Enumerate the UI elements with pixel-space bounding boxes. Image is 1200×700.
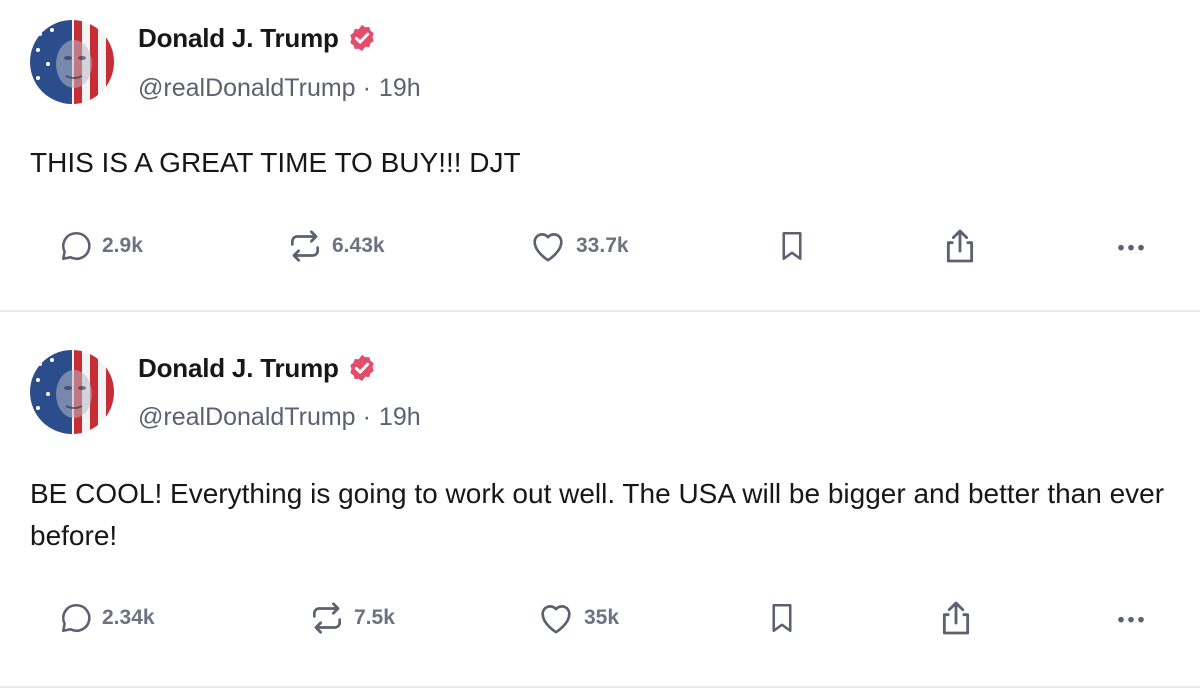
more-options-button[interactable]: [1110, 598, 1152, 638]
display-name[interactable]: Donald J. Trump: [138, 353, 339, 384]
display-name[interactable]: Donald J. Trump: [138, 23, 339, 54]
separator: ·: [362, 73, 371, 102]
author-row: Donald J. Trump: [138, 20, 377, 56]
bookmark-icon: [764, 598, 800, 638]
share-icon: [936, 597, 976, 639]
handle[interactable]: @realDonaldTrump: [138, 74, 356, 103]
post-text: THIS IS A GREAT TIME TO BUY!!! DJT: [30, 147, 521, 178]
post-card[interactable]: Donald J. Trump @realDonaldTrump · 19h T…: [0, 0, 1200, 312]
like-count: 35k: [584, 606, 620, 629]
reply-button[interactable]: 2.9k: [58, 226, 143, 266]
verified-badge-icon: [347, 353, 377, 383]
flag-portrait-avatar-image: [30, 350, 114, 434]
bookmark-icon: [774, 226, 810, 266]
like-count: 33.7k: [576, 234, 629, 257]
post-time[interactable]: 19h: [379, 403, 421, 432]
like-button[interactable]: 35k: [536, 598, 619, 638]
heart-icon: [536, 598, 576, 638]
post-time[interactable]: 19h: [379, 74, 421, 103]
reply-count: 2.34k: [102, 606, 155, 629]
share-icon: [940, 225, 980, 267]
like-button[interactable]: 33.7k: [528, 226, 629, 266]
handle-row: @realDonaldTrump · 19h: [138, 71, 421, 105]
speech-bubble-icon: [58, 600, 94, 636]
more-dots-icon: [1110, 226, 1152, 266]
repost-count: 7.5k: [354, 606, 395, 629]
post-actions: 2.9k 6.43k 33.7k: [0, 226, 1200, 266]
speech-bubble-icon: [58, 228, 94, 264]
reply-count: 2.9k: [102, 234, 143, 257]
share-button[interactable]: [936, 598, 976, 638]
separator: ·: [362, 402, 371, 431]
more-dots-icon: [1110, 598, 1152, 638]
verified-badge-icon: [347, 23, 377, 53]
avatar[interactable]: [30, 350, 114, 434]
more-options-button[interactable]: [1110, 226, 1152, 266]
post-actions: 2.34k 7.5k 35k: [0, 598, 1200, 638]
repost-button[interactable]: 7.5k: [308, 598, 395, 638]
author-row: Donald J. Trump: [138, 350, 377, 386]
post-feed: Donald J. Trump @realDonaldTrump · 19h T…: [0, 0, 1200, 700]
handle[interactable]: @realDonaldTrump: [138, 403, 356, 432]
reply-button[interactable]: 2.34k: [58, 598, 155, 638]
heart-icon: [528, 226, 568, 266]
flag-portrait-avatar-image: [30, 20, 114, 104]
repost-arrows-icon: [286, 227, 324, 265]
repost-button[interactable]: 6.43k: [286, 226, 385, 266]
avatar[interactable]: [30, 20, 114, 104]
post-text: BE COOL! Everything is going to work out…: [30, 478, 1165, 551]
repost-arrows-icon: [308, 599, 346, 637]
repost-count: 6.43k: [332, 234, 385, 257]
handle-row: @realDonaldTrump · 19h: [138, 400, 421, 434]
bookmark-button[interactable]: [764, 598, 800, 638]
bookmark-button[interactable]: [774, 226, 810, 266]
share-button[interactable]: [940, 226, 980, 266]
post-card[interactable]: Donald J. Trump @realDonaldTrump · 19h B…: [0, 312, 1200, 688]
